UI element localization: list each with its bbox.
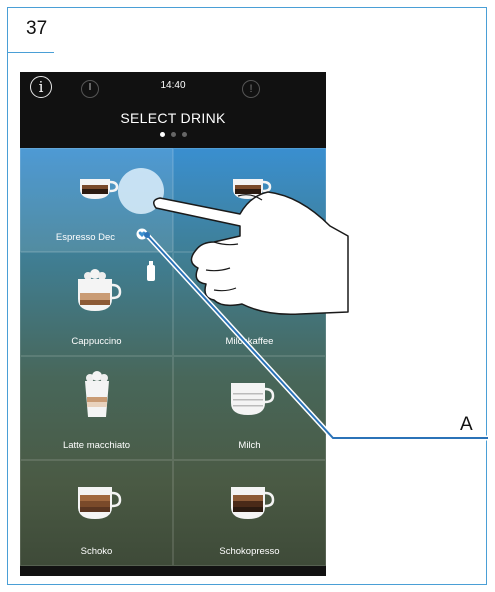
- callout-label: A: [460, 414, 473, 435]
- pointing-hand-icon: [153, 191, 349, 316]
- callout-overlay: [144, 191, 488, 441]
- callout-anchor: [144, 232, 150, 238]
